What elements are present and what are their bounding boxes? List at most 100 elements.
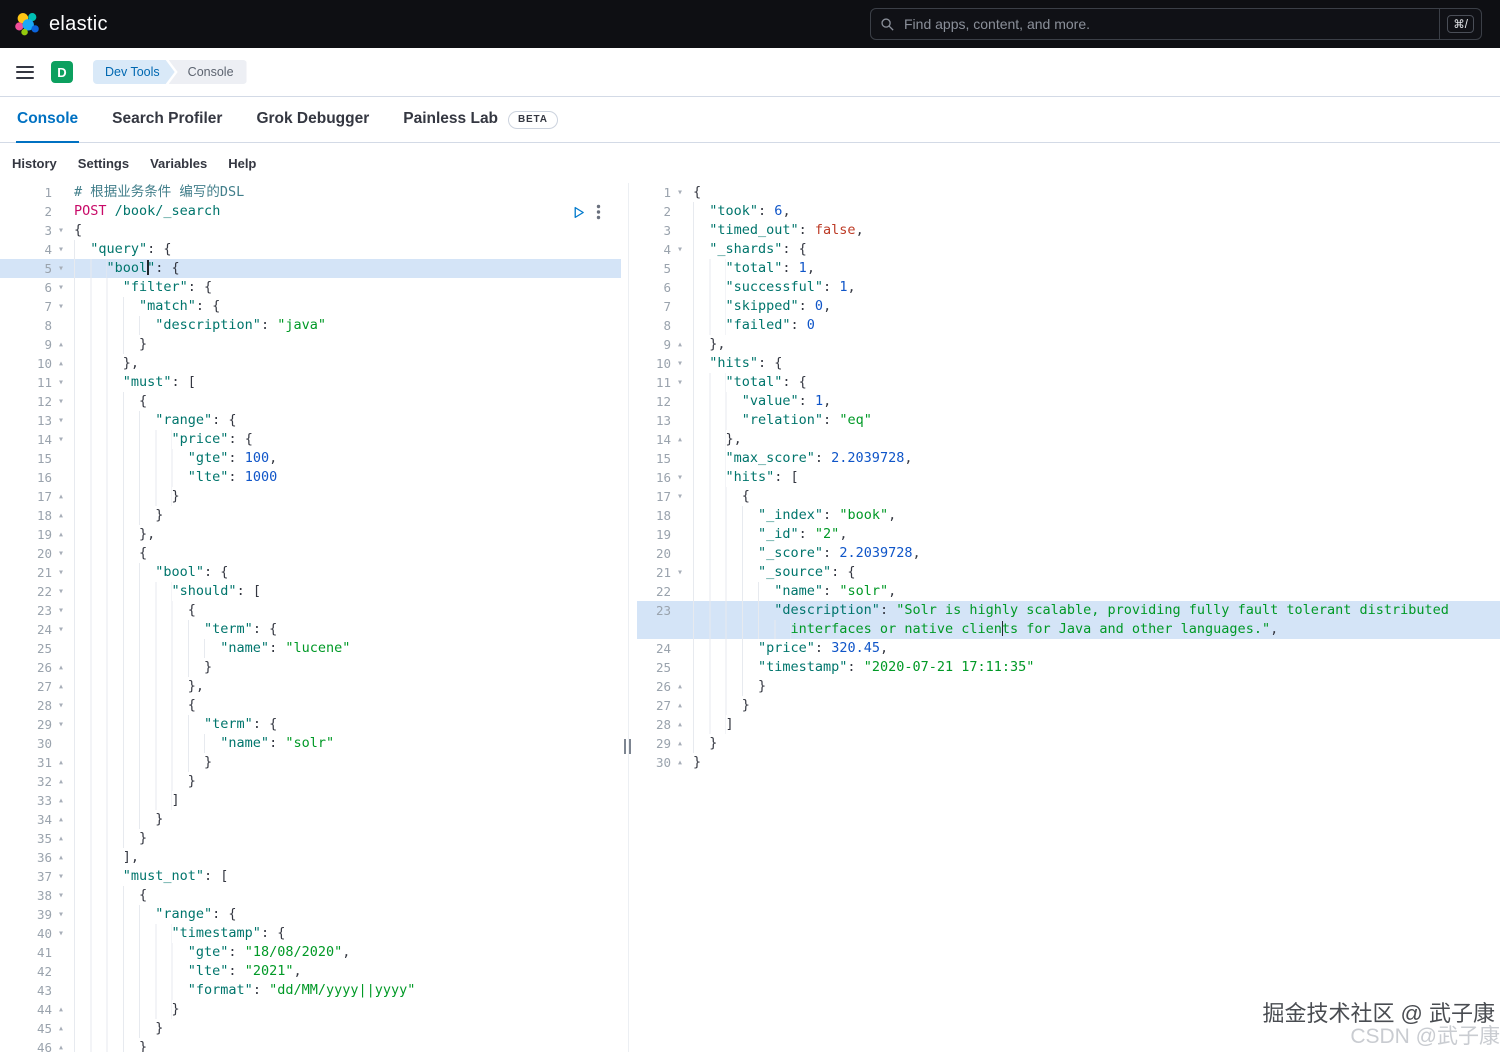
fold-toggle-icon[interactable]: ▴ [52, 753, 70, 772]
line-number[interactable]: 5 [0, 259, 52, 278]
code-line[interactable]: 34▴} [0, 810, 621, 829]
code-line[interactable]: 13▾"range": { [0, 411, 621, 430]
line-number[interactable]: 9 [637, 335, 671, 354]
fold-toggle-icon[interactable]: ▴ [52, 772, 70, 791]
fold-toggle-icon[interactable]: ▾ [52, 582, 70, 601]
code-line[interactable]: 12"value": 1, [637, 392, 1500, 411]
code-line[interactable]: 7▾"match": { [0, 297, 621, 316]
line-number[interactable]: 4 [637, 240, 671, 259]
code-line[interactable]: 27▴}, [0, 677, 621, 696]
menu-button[interactable] [16, 66, 34, 79]
line-number[interactable]: 20 [637, 544, 671, 563]
line-number[interactable]: 28 [637, 715, 671, 734]
breadcrumb-console[interactable]: Console [169, 60, 247, 84]
code-line[interactable]: 46▴} [0, 1038, 621, 1052]
fold-toggle-icon[interactable]: ▾ [52, 715, 70, 734]
line-number[interactable]: 32 [0, 772, 52, 791]
code-line[interactable]: 6"successful": 1, [637, 278, 1500, 297]
line-number[interactable]: 11 [637, 373, 671, 392]
code-line[interactable]: 29▴} [637, 734, 1500, 753]
code-line[interactable]: 25"timestamp": "2020-07-21 17:11:35" [637, 658, 1500, 677]
code-line[interactable]: 16"lte": 1000 [0, 468, 621, 487]
line-number[interactable]: 17 [0, 487, 52, 506]
code-line[interactable]: 24▾"term": { [0, 620, 621, 639]
line-number[interactable]: 38 [0, 886, 52, 905]
line-number[interactable]: 45 [0, 1019, 52, 1038]
fold-toggle-icon[interactable]: ▾ [52, 544, 70, 563]
fold-toggle-icon[interactable]: ▾ [671, 563, 689, 582]
code-line[interactable]: 19"_id": "2", [637, 525, 1500, 544]
code-line[interactable]: 21▾"bool": { [0, 563, 621, 582]
line-number[interactable]: 27 [637, 696, 671, 715]
menu-settings[interactable]: Settings [78, 156, 129, 171]
fold-toggle-icon[interactable]: ▾ [52, 221, 70, 240]
line-number[interactable]: 29 [637, 734, 671, 753]
code-line[interactable]: 26▴} [0, 658, 621, 677]
tab-search-profiler[interactable]: Search Profiler [111, 97, 223, 143]
fold-toggle-icon[interactable]: ▾ [52, 297, 70, 316]
fold-toggle-icon[interactable]: ▾ [52, 373, 70, 392]
line-number[interactable]: 31 [0, 753, 52, 772]
line-number[interactable]: 10 [637, 354, 671, 373]
code-line[interactable]: 15"gte": 100, [0, 449, 621, 468]
line-number[interactable]: 14 [0, 430, 52, 449]
code-line[interactable]: 40▾"timestamp": { [0, 924, 621, 943]
line-number[interactable]: 4 [0, 240, 52, 259]
line-number[interactable]: 23 [0, 601, 52, 620]
fold-toggle-icon[interactable]: ▴ [52, 677, 70, 696]
line-number[interactable]: 11 [0, 373, 52, 392]
code-line[interactable]: 20"_score": 2.2039728, [637, 544, 1500, 563]
fold-toggle-icon[interactable]: ▾ [52, 392, 70, 411]
global-search[interactable]: ⌘/ [870, 8, 1482, 40]
code-line[interactable]: 3"timed_out": false, [637, 221, 1500, 240]
code-line[interactable]: 12▾{ [0, 392, 621, 411]
fold-toggle-icon[interactable]: ▴ [671, 335, 689, 354]
fold-toggle-icon[interactable]: ▴ [671, 753, 689, 772]
code-line[interactable]: 28▴] [637, 715, 1500, 734]
line-number[interactable]: 6 [637, 278, 671, 297]
deployment-badge[interactable]: D [51, 61, 73, 83]
fold-toggle-icon[interactable]: ▾ [52, 240, 70, 259]
fold-toggle-icon[interactable]: ▴ [52, 506, 70, 525]
line-number[interactable]: 35 [0, 829, 52, 848]
code-line[interactable]: 10▴}, [0, 354, 621, 373]
line-number[interactable]: 19 [637, 525, 671, 544]
fold-toggle-icon[interactable]: ▾ [671, 373, 689, 392]
code-line[interactable]: 14▴}, [637, 430, 1500, 449]
fold-toggle-icon[interactable]: ▾ [671, 487, 689, 506]
code-line[interactable]: 1# 根据业务条件 编写的DSL [0, 183, 621, 202]
fold-toggle-icon[interactable]: ▾ [52, 905, 70, 924]
line-number[interactable]: 30 [637, 753, 671, 772]
tab-painless-lab[interactable]: Painless Lab [402, 110, 499, 130]
code-line[interactable]: 30"name": "solr" [0, 734, 621, 753]
line-number[interactable]: 40 [0, 924, 52, 943]
code-line[interactable]: 23▾{ [0, 601, 621, 620]
code-line[interactable]: 36▴], [0, 848, 621, 867]
code-line[interactable]: 1▾{ [637, 183, 1500, 202]
fold-toggle-icon[interactable]: ▾ [52, 411, 70, 430]
fold-toggle-icon[interactable]: ▾ [52, 278, 70, 297]
fold-toggle-icon[interactable]: ▴ [671, 430, 689, 449]
line-number[interactable]: 28 [0, 696, 52, 715]
line-number[interactable]: 18 [637, 506, 671, 525]
menu-help[interactable]: Help [228, 156, 256, 171]
line-number[interactable]: 14 [637, 430, 671, 449]
fold-toggle-icon[interactable]: ▾ [671, 468, 689, 487]
line-number[interactable]: 6 [0, 278, 52, 297]
menu-history[interactable]: History [12, 156, 57, 171]
line-number[interactable]: 21 [0, 563, 52, 582]
line-number[interactable]: 43 [0, 981, 52, 1000]
pane-resizer[interactable] [621, 183, 637, 1052]
line-number[interactable]: 24 [637, 639, 671, 658]
fold-toggle-icon[interactable]: ▴ [52, 1038, 70, 1052]
line-number[interactable]: 8 [0, 316, 52, 335]
code-line[interactable]: 39▾"range": { [0, 905, 621, 924]
line-number[interactable]: 1 [0, 183, 52, 202]
code-line[interactable]: 45▴} [0, 1019, 621, 1038]
code-line[interactable]: 18"_index": "book", [637, 506, 1500, 525]
search-input[interactable] [902, 15, 1433, 33]
line-number[interactable]: 20 [0, 544, 52, 563]
code-line[interactable]: 33▴] [0, 791, 621, 810]
line-number[interactable]: 27 [0, 677, 52, 696]
fold-toggle-icon[interactable]: ▾ [52, 563, 70, 582]
